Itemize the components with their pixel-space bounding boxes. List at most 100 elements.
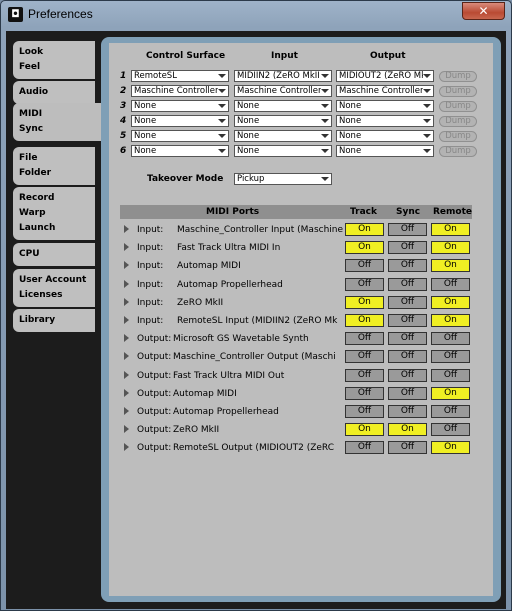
control-surface-dropdown[interactable]: Maschine Controller (131, 85, 229, 97)
takeover-mode-dropdown[interactable]: Pickup (234, 173, 332, 185)
sync-toggle-button[interactable]: Off (388, 405, 427, 418)
expand-triangle-icon[interactable] (124, 443, 129, 452)
tab-record-warp-launch[interactable]: Record Warp Launch (13, 187, 95, 240)
expand-triangle-icon[interactable] (124, 334, 129, 343)
output-dropdown[interactable]: None (336, 145, 434, 157)
remote-toggle-button[interactable]: On (431, 386, 470, 400)
expand-triangle-icon[interactable] (124, 243, 129, 252)
control-surface-dropdown[interactable]: None (131, 145, 229, 157)
expand-triangle-icon[interactable] (124, 261, 129, 270)
dump-button[interactable]: Dump (439, 146, 477, 157)
remote-toggle-button[interactable]: On (431, 295, 470, 309)
surface-row-number: 3 (120, 101, 127, 111)
track-toggle-button[interactable]: Off (345, 332, 384, 346)
control-surface-dropdown[interactable]: None (131, 100, 229, 112)
control-surface-dropdown[interactable]: None (131, 115, 229, 127)
sync-toggle-button[interactable]: Off (388, 241, 427, 255)
output-dropdown[interactable]: MIDIOUT2 (ZeRO MkII (336, 70, 434, 82)
tab-audio[interactable]: Audio (13, 81, 95, 104)
track-toggle-button[interactable]: On (345, 314, 384, 327)
close-button[interactable]: ✕ (462, 2, 505, 20)
remote-toggle-button[interactable]: On (431, 223, 470, 236)
remote-toggle-button[interactable]: On (431, 241, 470, 255)
chevron-down-icon (321, 104, 329, 108)
track-toggle-button[interactable]: On (345, 223, 384, 236)
output-dropdown[interactable]: Maschine Controller (336, 85, 434, 97)
output-dropdown[interactable]: None (336, 130, 434, 142)
remote-toggle-button[interactable]: On (431, 259, 470, 273)
output-value: Maschine Controller (339, 86, 423, 96)
expand-triangle-icon[interactable] (124, 407, 129, 415)
tab-label: Warp (19, 208, 46, 218)
tab-look-feel[interactable]: Look Feel (13, 41, 95, 79)
remote-toggle-button[interactable]: Off (431, 277, 470, 291)
remote-toggle-button[interactable]: Off (431, 405, 470, 418)
sync-toggle-button[interactable]: On (388, 423, 427, 437)
expand-triangle-icon[interactable] (124, 316, 129, 324)
surface-row-number: 6 (120, 146, 127, 156)
track-toggle-button[interactable]: On (345, 295, 384, 309)
remote-toggle-button[interactable]: Off (431, 350, 470, 364)
dump-button[interactable]: Dump (439, 131, 477, 142)
control-surface-dropdown[interactable]: None (131, 130, 229, 142)
dump-button[interactable]: Dump (439, 86, 477, 97)
track-toggle-button[interactable]: On (345, 423, 384, 437)
expand-triangle-icon[interactable] (124, 279, 129, 288)
dump-button[interactable]: Dump (439, 71, 477, 82)
expand-triangle-icon[interactable] (124, 352, 129, 361)
remote-toggle-button[interactable]: On (431, 441, 470, 455)
sync-toggle-button[interactable]: Off (388, 314, 427, 327)
track-toggle-button[interactable]: Off (345, 386, 384, 400)
track-toggle-button[interactable]: Off (345, 405, 384, 418)
track-toggle-button[interactable]: Off (345, 350, 384, 364)
output-dropdown[interactable]: None (336, 115, 434, 127)
sync-toggle-button[interactable]: Off (388, 259, 427, 273)
track-toggle-button[interactable]: Off (345, 368, 384, 382)
input-dropdown[interactable]: None (234, 145, 332, 157)
port-direction: Output: (137, 352, 172, 363)
expand-triangle-icon[interactable] (124, 225, 129, 233)
input-dropdown[interactable]: MIDIIN2 (ZeRO MkII (234, 70, 332, 82)
remote-toggle-button[interactable]: Off (431, 332, 470, 346)
tab-library[interactable]: Library (13, 309, 95, 332)
output-dropdown[interactable]: None (336, 100, 434, 112)
control-surface-value: None (134, 116, 157, 126)
track-toggle-button[interactable]: Off (345, 259, 384, 273)
track-toggle-button[interactable]: Off (345, 277, 384, 291)
sync-toggle-button[interactable]: Off (388, 223, 427, 236)
control-surface-value: None (134, 101, 157, 111)
dump-button[interactable]: Dump (439, 101, 477, 112)
track-toggle-button[interactable]: Off (345, 441, 384, 455)
tab-cpu[interactable]: CPU (13, 243, 95, 266)
port-direction: Input: (137, 261, 164, 272)
expand-triangle-icon[interactable] (124, 297, 129, 306)
title-bar[interactable]: ◘ Preferences ✕ (1, 1, 511, 29)
sync-toggle-button[interactable]: Off (388, 386, 427, 400)
chevron-down-icon (321, 74, 329, 78)
sync-toggle-button[interactable]: Off (388, 350, 427, 364)
surface-row-number: 1 (120, 71, 127, 81)
expand-triangle-icon[interactable] (124, 388, 129, 397)
remote-toggle-button[interactable]: On (431, 314, 470, 327)
input-dropdown[interactable]: Maschine Controller (234, 85, 332, 97)
track-toggle-button[interactable]: On (345, 241, 384, 255)
remote-toggle-button[interactable]: Off (431, 423, 470, 437)
input-dropdown[interactable]: None (234, 100, 332, 112)
input-dropdown[interactable]: None (234, 115, 332, 127)
expand-triangle-icon[interactable] (124, 425, 129, 434)
dump-button[interactable]: Dump (439, 116, 477, 127)
tab-midi-sync[interactable]: MIDI Sync (13, 103, 105, 141)
sync-toggle-button[interactable]: Off (388, 295, 427, 309)
sync-toggle-button[interactable]: Off (388, 277, 427, 291)
sync-toggle-button[interactable]: Off (388, 441, 427, 455)
sync-toggle-button[interactable]: Off (388, 332, 427, 346)
tab-file-folder[interactable]: File Folder (13, 147, 95, 185)
control-surface-dropdown[interactable]: RemoteSL (131, 70, 229, 82)
tab-user-account-licenses[interactable]: User Account Licenses (13, 269, 95, 307)
chevron-down-icon (321, 89, 329, 93)
input-dropdown[interactable]: None (234, 130, 332, 142)
remote-toggle-button[interactable]: Off (431, 368, 470, 382)
expand-triangle-icon[interactable] (124, 370, 129, 379)
surface-row-number: 2 (120, 86, 127, 96)
sync-toggle-button[interactable]: Off (388, 368, 427, 382)
